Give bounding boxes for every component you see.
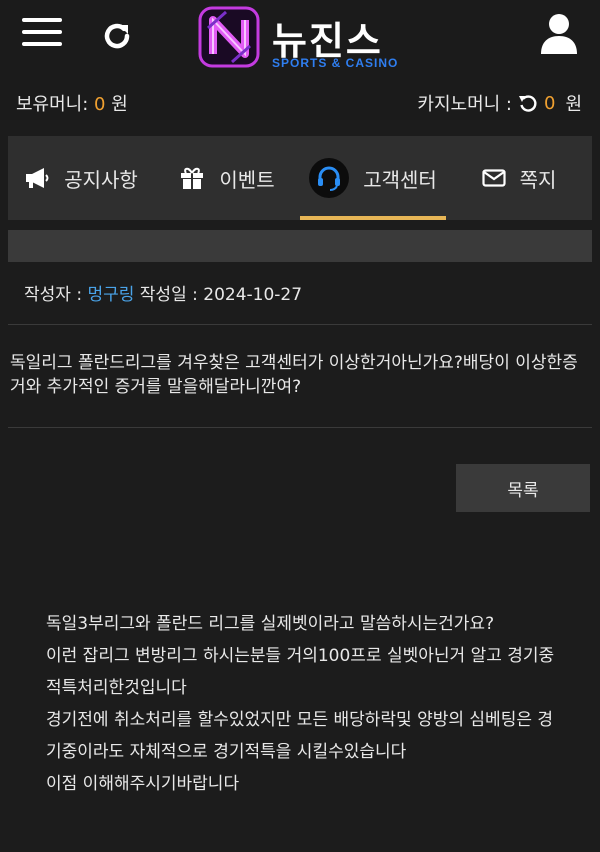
envelope-icon — [481, 169, 506, 187]
casino-money-unit: 원 — [565, 94, 582, 115]
tab-notice-label: 공지사항 — [64, 167, 138, 192]
answer-line: 이런 잡리그 변방리그 하시는분들 거의100프로 실벳아닌거 알고 경기중 적… — [46, 646, 555, 698]
casino-money: 카지노머니 : 0 원 — [417, 90, 582, 116]
megaphone-icon — [26, 168, 49, 188]
tab-bar: 공지사항 이벤트 고객센터 쪽지 — [8, 136, 592, 220]
holding-money: 보유머니: 0 원 — [16, 90, 128, 116]
answer-text: 독일3부리그와 폴란드 리그를 실제벳이라고 말씀하시는건가요? 이런 잡리그 … — [0, 540, 600, 800]
tab-event-label: 이벤트 — [219, 167, 275, 192]
tab-customer-center[interactable]: 고객센터 — [300, 136, 446, 220]
answer-line: 이점 이해해주시기바랍니다 — [46, 774, 240, 794]
casino-money-label: 카지노머니 : — [417, 94, 512, 115]
logo-n-icon — [198, 6, 260, 68]
holding-money-label: 보유머니: — [16, 94, 89, 115]
author-name: 멍구링 — [87, 285, 135, 305]
answer-line: 경기전에 취소처리를 할수있었지만 모든 배당하락및 양방의 심베팅은 경기중이… — [46, 710, 554, 762]
post-date: 2024-10-27 — [203, 285, 303, 305]
question-text: 독일리그 폴란드리그를 겨우찾은 고객센터가 이상한거아닌가요?배당이 이상한증… — [10, 353, 578, 397]
date-label: 작성일 : — [139, 285, 198, 305]
hamburger-menu-icon[interactable] — [22, 18, 62, 50]
logo-subtitle: SPORTS & CASINO — [272, 56, 399, 70]
tab-notice[interactable]: 공지사항 — [8, 136, 154, 220]
tab-event[interactable]: 이벤트 — [154, 136, 300, 220]
undo-icon[interactable] — [518, 93, 538, 113]
tab-message-label: 쪽지 — [519, 167, 557, 192]
money-bar: 보유머니: 0 원 카지노머니 : 0 원 — [0, 84, 600, 120]
tab-message[interactable]: 쪽지 — [446, 136, 592, 220]
header: 뉴진스 SPORTS & CASINO — [0, 0, 600, 84]
list-button[interactable]: 목록 — [456, 464, 590, 512]
refresh-icon[interactable] — [100, 19, 134, 53]
logo[interactable]: 뉴진스 SPORTS & CASINO — [196, 4, 408, 74]
headset-icon — [309, 158, 350, 198]
user-icon[interactable] — [540, 12, 578, 54]
tab-customer-center-label: 고객센터 — [363, 167, 437, 192]
holding-money-amount: 0 — [94, 94, 106, 115]
gift-icon — [181, 167, 204, 189]
answer-line: 독일3부리그와 폴란드 리그를 실제벳이라고 말씀하시는건가요? — [46, 614, 495, 634]
casino-money-amount: 0 — [543, 92, 556, 114]
post-meta: 작성자 : 멍구링 작성일 : 2024-10-27 — [0, 262, 600, 306]
author-label: 작성자 : — [24, 285, 83, 305]
button-row: 목록 — [0, 428, 600, 540]
holding-money-unit: 원 — [111, 94, 128, 115]
sub-bar — [8, 230, 592, 262]
